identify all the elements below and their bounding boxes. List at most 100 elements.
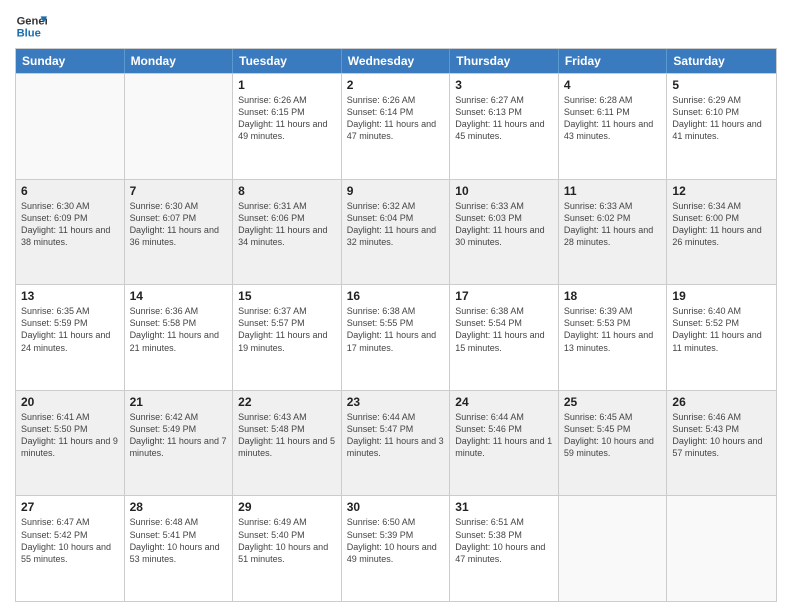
table-row: 17Sunrise: 6:38 AM Sunset: 5:54 PM Dayli… [450, 285, 559, 390]
cell-info: Sunrise: 6:45 AM Sunset: 5:45 PM Dayligh… [564, 411, 662, 460]
header-day-monday: Monday [125, 49, 234, 73]
calendar: SundayMondayTuesdayWednesdayThursdayFrid… [15, 48, 777, 602]
calendar-row: 13 Sunrise: 6:35 AM Sunset: 5:59 PM Dayli… [16, 284, 776, 390]
logo: General Blue [15, 10, 47, 42]
header-day-sunday: Sunday [16, 49, 125, 73]
table-row: 24 Sunrise: 6:44 AM Sunset: 5:46 PM Dayli… [450, 391, 559, 496]
page: General Blue SundayMondayTuesdayWednesda… [0, 0, 792, 612]
table-row [125, 74, 234, 179]
day-number: 24 [455, 395, 553, 409]
day-number: 4 [564, 78, 662, 92]
table-row: 6 Sunrise: 6:30 AM Sunset: 6:09 PM Daylig… [16, 180, 125, 285]
calendar-row: 20Sunrise: 6:41 AM Sunset: 5:50 PM Dayli… [16, 390, 776, 496]
cell-info: Sunrise: 6:43 AM Sunset: 5:48 PM Dayligh… [238, 411, 336, 460]
day-number: 25 [564, 395, 662, 409]
day-number: 1 [238, 78, 336, 92]
table-row: 8 Sunrise: 6:31 AM Sunset: 6:06 PM Daylig… [233, 180, 342, 285]
table-row: 22 Sunrise: 6:43 AM Sunset: 5:48 PM Dayli… [233, 391, 342, 496]
table-row: 14Sunrise: 6:36 AM Sunset: 5:58 PM Dayli… [125, 285, 234, 390]
day-number: 15 [238, 289, 336, 303]
table-row: 20Sunrise: 6:41 AM Sunset: 5:50 PM Dayli… [16, 391, 125, 496]
day-number: 16 [347, 289, 445, 303]
cell-info: Sunrise: 6:44 AM Sunset: 5:46 PM Dayligh… [455, 411, 553, 460]
table-row: 15 Sunrise: 6:37 AM Sunset: 5:57 PM Dayli… [233, 285, 342, 390]
day-number: 5 [672, 78, 771, 92]
table-row: 4 Sunrise: 6:28 AM Sunset: 6:11 PM Daylig… [559, 74, 668, 179]
cell-info: Sunrise: 6:37 AM Sunset: 5:57 PM Dayligh… [238, 305, 336, 354]
calendar-body: 1 Sunrise: 6:26 AM Sunset: 6:15 PM Daylig… [16, 73, 776, 601]
day-number: 7 [130, 184, 228, 198]
cell-info: Sunrise: 6:32 AM Sunset: 6:04 PM Dayligh… [347, 200, 445, 249]
table-row: 13 Sunrise: 6:35 AM Sunset: 5:59 PM Dayli… [16, 285, 125, 390]
day-number: 31 [455, 500, 553, 514]
cell-info: Sunrise: 6:29 AM Sunset: 6:10 PM Dayligh… [672, 94, 771, 143]
day-number: 18 [564, 289, 662, 303]
day-number: 21 [130, 395, 228, 409]
table-row: 5 Sunrise: 6:29 AM Sunset: 6:10 PM Daylig… [667, 74, 776, 179]
cell-info: Sunrise: 6:30 AM Sunset: 6:07 PM Dayligh… [130, 200, 228, 249]
svg-text:Blue: Blue [17, 27, 41, 39]
cell-info: Sunrise: 6:27 AM Sunset: 6:13 PM Dayligh… [455, 94, 553, 143]
header-day-friday: Friday [559, 49, 668, 73]
header-day-wednesday: Wednesday [342, 49, 451, 73]
day-number: 30 [347, 500, 445, 514]
cell-info: Sunrise: 6:31 AM Sunset: 6:06 PM Dayligh… [238, 200, 336, 249]
table-row: 30 Sunrise: 6:50 AM Sunset: 5:39 PM Dayli… [342, 496, 451, 601]
calendar-row: 1 Sunrise: 6:26 AM Sunset: 6:15 PM Daylig… [16, 73, 776, 179]
day-number: 19 [672, 289, 771, 303]
table-row: 31Sunrise: 6:51 AM Sunset: 5:38 PM Dayli… [450, 496, 559, 601]
table-row: 21 Sunrise: 6:42 AM Sunset: 5:49 PM Dayli… [125, 391, 234, 496]
cell-info: Sunrise: 6:26 AM Sunset: 6:15 PM Dayligh… [238, 94, 336, 143]
cell-info: Sunrise: 6:42 AM Sunset: 5:49 PM Dayligh… [130, 411, 228, 460]
header-day-thursday: Thursday [450, 49, 559, 73]
cell-info: Sunrise: 6:40 AM Sunset: 5:52 PM Dayligh… [672, 305, 771, 354]
day-number: 29 [238, 500, 336, 514]
cell-info: Sunrise: 6:34 AM Sunset: 6:00 PM Dayligh… [672, 200, 771, 249]
header-day-tuesday: Tuesday [233, 49, 342, 73]
day-number: 13 [21, 289, 119, 303]
day-number: 23 [347, 395, 445, 409]
cell-info: Sunrise: 6:36 AM Sunset: 5:58 PM Dayligh… [130, 305, 228, 354]
day-number: 6 [21, 184, 119, 198]
day-number: 27 [21, 500, 119, 514]
table-row: 1 Sunrise: 6:26 AM Sunset: 6:15 PM Daylig… [233, 74, 342, 179]
calendar-header: SundayMondayTuesdayWednesdayThursdayFrid… [16, 49, 776, 73]
cell-info: Sunrise: 6:46 AM Sunset: 5:43 PM Dayligh… [672, 411, 771, 460]
table-row [16, 74, 125, 179]
cell-info: Sunrise: 6:30 AM Sunset: 6:09 PM Dayligh… [21, 200, 119, 249]
cell-info: Sunrise: 6:50 AM Sunset: 5:39 PM Dayligh… [347, 516, 445, 565]
table-row: 28Sunrise: 6:48 AM Sunset: 5:41 PM Dayli… [125, 496, 234, 601]
day-number: 26 [672, 395, 771, 409]
table-row: 12 Sunrise: 6:34 AM Sunset: 6:00 PM Dayli… [667, 180, 776, 285]
table-row: 11Sunrise: 6:33 AM Sunset: 6:02 PM Dayli… [559, 180, 668, 285]
day-number: 9 [347, 184, 445, 198]
cell-info: Sunrise: 6:35 AM Sunset: 5:59 PM Dayligh… [21, 305, 119, 354]
table-row [559, 496, 668, 601]
table-row: 29Sunrise: 6:49 AM Sunset: 5:40 PM Dayli… [233, 496, 342, 601]
table-row: 19 Sunrise: 6:40 AM Sunset: 5:52 PM Dayli… [667, 285, 776, 390]
table-row: 25 Sunrise: 6:45 AM Sunset: 5:45 PM Dayli… [559, 391, 668, 496]
table-row: 16 Sunrise: 6:38 AM Sunset: 5:55 PM Dayli… [342, 285, 451, 390]
table-row: 27Sunrise: 6:47 AM Sunset: 5:42 PM Dayli… [16, 496, 125, 601]
table-row: 18 Sunrise: 6:39 AM Sunset: 5:53 PM Dayli… [559, 285, 668, 390]
calendar-row: 27Sunrise: 6:47 AM Sunset: 5:42 PM Dayli… [16, 495, 776, 601]
day-number: 22 [238, 395, 336, 409]
header: General Blue [15, 10, 777, 42]
cell-info: Sunrise: 6:38 AM Sunset: 5:55 PM Dayligh… [347, 305, 445, 354]
cell-info: Sunrise: 6:28 AM Sunset: 6:11 PM Dayligh… [564, 94, 662, 143]
cell-info: Sunrise: 6:38 AM Sunset: 5:54 PM Dayligh… [455, 305, 553, 354]
day-number: 8 [238, 184, 336, 198]
table-row: 9 Sunrise: 6:32 AM Sunset: 6:04 PM Daylig… [342, 180, 451, 285]
cell-info: Sunrise: 6:44 AM Sunset: 5:47 PM Dayligh… [347, 411, 445, 460]
cell-info: Sunrise: 6:39 AM Sunset: 5:53 PM Dayligh… [564, 305, 662, 354]
cell-info: Sunrise: 6:41 AM Sunset: 5:50 PM Dayligh… [21, 411, 119, 460]
logo-icon: General Blue [15, 10, 47, 42]
day-number: 28 [130, 500, 228, 514]
cell-info: Sunrise: 6:33 AM Sunset: 6:02 PM Dayligh… [564, 200, 662, 249]
day-number: 2 [347, 78, 445, 92]
day-number: 10 [455, 184, 553, 198]
table-row: 26 Sunrise: 6:46 AM Sunset: 5:43 PM Dayli… [667, 391, 776, 496]
day-number: 12 [672, 184, 771, 198]
cell-info: Sunrise: 6:33 AM Sunset: 6:03 PM Dayligh… [455, 200, 553, 249]
table-row: 10 Sunrise: 6:33 AM Sunset: 6:03 PM Dayli… [450, 180, 559, 285]
